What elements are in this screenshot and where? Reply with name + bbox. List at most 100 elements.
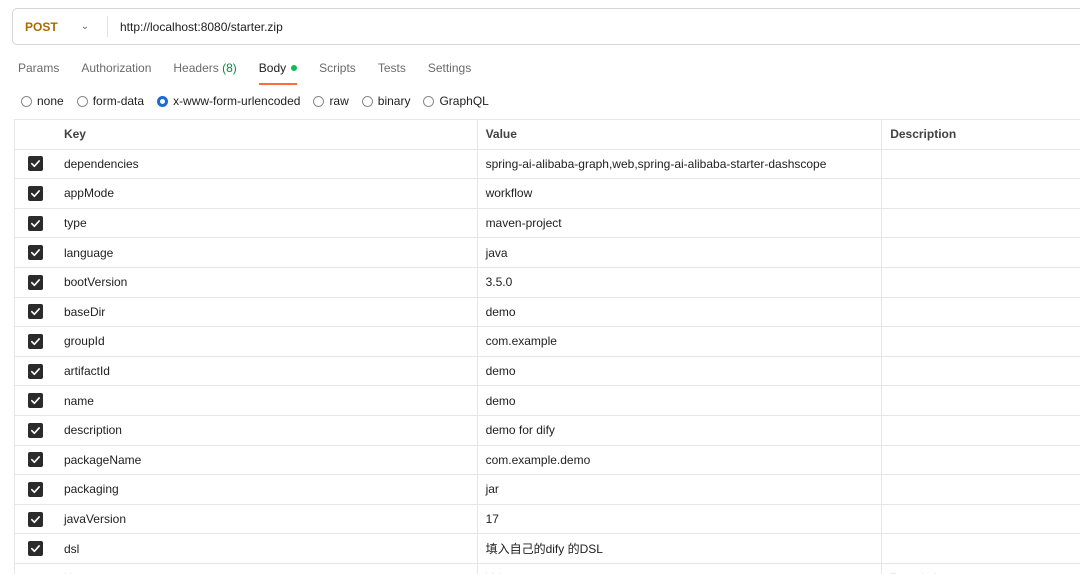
new-key-input[interactable]: Key [56, 563, 478, 574]
row-check-cell [15, 238, 56, 267]
param-description[interactable] [882, 179, 1080, 208]
param-value[interactable]: demo [478, 386, 883, 415]
param-value[interactable]: com.example.demo [478, 445, 883, 475]
row-enabled-checkbox[interactable] [27, 304, 43, 320]
param-key[interactable]: bootVersion [56, 267, 478, 297]
param-key[interactable]: groupId [56, 327, 478, 356]
table-row: name demo [15, 386, 1080, 416]
row-enabled-checkbox[interactable] [27, 481, 43, 497]
new-description-input[interactable]: Description [882, 564, 1080, 574]
tab-label: Params [18, 61, 60, 75]
new-value-input[interactable]: Value [478, 563, 883, 574]
row-enabled-checkbox[interactable] [27, 245, 43, 261]
table-row: artifactId demo [15, 356, 1080, 387]
row-check-cell [15, 268, 56, 297]
row-enabled-checkbox[interactable] [27, 156, 43, 172]
radio-raw[interactable]: raw [313, 94, 349, 108]
tab-label: Authorization [81, 61, 152, 75]
param-value[interactable]: demo [478, 297, 883, 327]
table-row: packageName com.example.demo [15, 445, 1080, 476]
row-enabled-checkbox[interactable] [27, 363, 43, 379]
param-description[interactable] [882, 268, 1080, 297]
row-enabled-checkbox[interactable] [27, 274, 43, 290]
table-row: baseDir demo [15, 297, 1080, 328]
param-description[interactable] [882, 416, 1080, 445]
tab-headers[interactable]: Headers (8) [173, 61, 236, 85]
param-key[interactable]: description [56, 415, 478, 445]
row-check-cell [15, 150, 56, 179]
tab-body[interactable]: Body [258, 61, 298, 85]
param-description[interactable] [882, 446, 1080, 475]
row-enabled-checkbox[interactable] [27, 393, 43, 409]
row-check-cell [15, 179, 56, 208]
url-input[interactable]: http://localhost:8080/starter.zip [108, 20, 283, 34]
radio-x-www-form-urlencoded[interactable]: x-www-form-urlencoded [157, 94, 300, 108]
param-value[interactable]: 17 [478, 504, 883, 534]
radio-selected-icon [157, 95, 169, 107]
param-key[interactable]: dependencies [56, 149, 478, 179]
param-key[interactable]: type [56, 208, 478, 238]
checkmark-icon [30, 514, 41, 525]
table-row: bootVersion 3.5.0 [15, 267, 1080, 298]
headers-count-badge: (8) [222, 61, 237, 75]
param-value[interactable]: demo [478, 356, 883, 386]
checkmark-icon [30, 395, 41, 406]
tab-tests[interactable]: Tests [378, 61, 406, 85]
param-description[interactable] [882, 327, 1080, 356]
param-value[interactable]: java [478, 238, 883, 267]
param-description[interactable] [882, 534, 1080, 563]
param-value[interactable]: workflow [478, 179, 883, 208]
row-enabled-checkbox[interactable] [27, 511, 43, 527]
param-key[interactable]: artifactId [56, 356, 478, 386]
tab-authorization[interactable]: Authorization [81, 61, 151, 85]
param-description[interactable] [882, 209, 1080, 238]
param-value[interactable]: 3.5.0 [478, 267, 883, 297]
param-key[interactable]: baseDir [56, 297, 478, 327]
param-key[interactable]: packageName [56, 445, 478, 475]
param-key[interactable]: language [56, 238, 478, 267]
header-key: Key [56, 120, 478, 149]
param-key[interactable]: packaging [56, 475, 478, 504]
param-value[interactable]: spring-ai-alibaba-graph,web,spring-ai-al… [478, 149, 883, 179]
radio-form-data[interactable]: form-data [76, 94, 145, 108]
param-description[interactable] [882, 150, 1080, 179]
param-value[interactable]: jar [478, 475, 883, 504]
radio-label: form-data [92, 94, 145, 108]
tab-settings[interactable]: Settings [428, 61, 471, 85]
row-enabled-checkbox[interactable] [27, 215, 43, 231]
row-check-cell [15, 505, 56, 534]
param-value[interactable]: com.example [478, 327, 883, 356]
radio-label: binary [377, 94, 411, 108]
row-enabled-checkbox[interactable] [27, 452, 43, 468]
row-enabled-checkbox[interactable] [27, 333, 43, 349]
param-key[interactable]: name [56, 386, 478, 415]
param-value[interactable]: demo for dify [478, 415, 883, 445]
param-description[interactable] [882, 298, 1080, 327]
row-enabled-checkbox[interactable] [27, 422, 43, 438]
param-key[interactable]: appMode [56, 179, 478, 208]
param-value[interactable]: 填入自己的dify 的DSL [478, 534, 883, 563]
checkmark-icon [30, 306, 41, 317]
param-description[interactable] [882, 357, 1080, 386]
radio-none[interactable]: none [21, 94, 64, 108]
row-enabled-checkbox[interactable] [27, 541, 43, 557]
param-key[interactable]: dsl [56, 534, 478, 563]
chevron-down-icon[interactable]: ⌄ [63, 21, 107, 32]
method-select[interactable]: POST [13, 20, 63, 34]
radio-binary[interactable]: binary [361, 94, 411, 108]
row-check-cell [15, 327, 56, 356]
param-value[interactable]: maven-project [478, 208, 883, 238]
row-check-cell [15, 357, 56, 386]
table-row: javaVersion 17 [15, 504, 1080, 535]
param-description[interactable] [882, 475, 1080, 504]
radio-graphql[interactable]: GraphQL [423, 94, 489, 108]
header-check-cell [15, 120, 56, 149]
new-param-row: Key Value Description [15, 563, 1080, 574]
param-key[interactable]: javaVersion [56, 504, 478, 534]
tab-params[interactable]: Params [18, 61, 59, 85]
param-description[interactable] [882, 505, 1080, 534]
tab-scripts[interactable]: Scripts [319, 61, 356, 85]
param-description[interactable] [882, 238, 1080, 267]
row-enabled-checkbox[interactable] [27, 185, 43, 201]
param-description[interactable] [882, 386, 1080, 415]
